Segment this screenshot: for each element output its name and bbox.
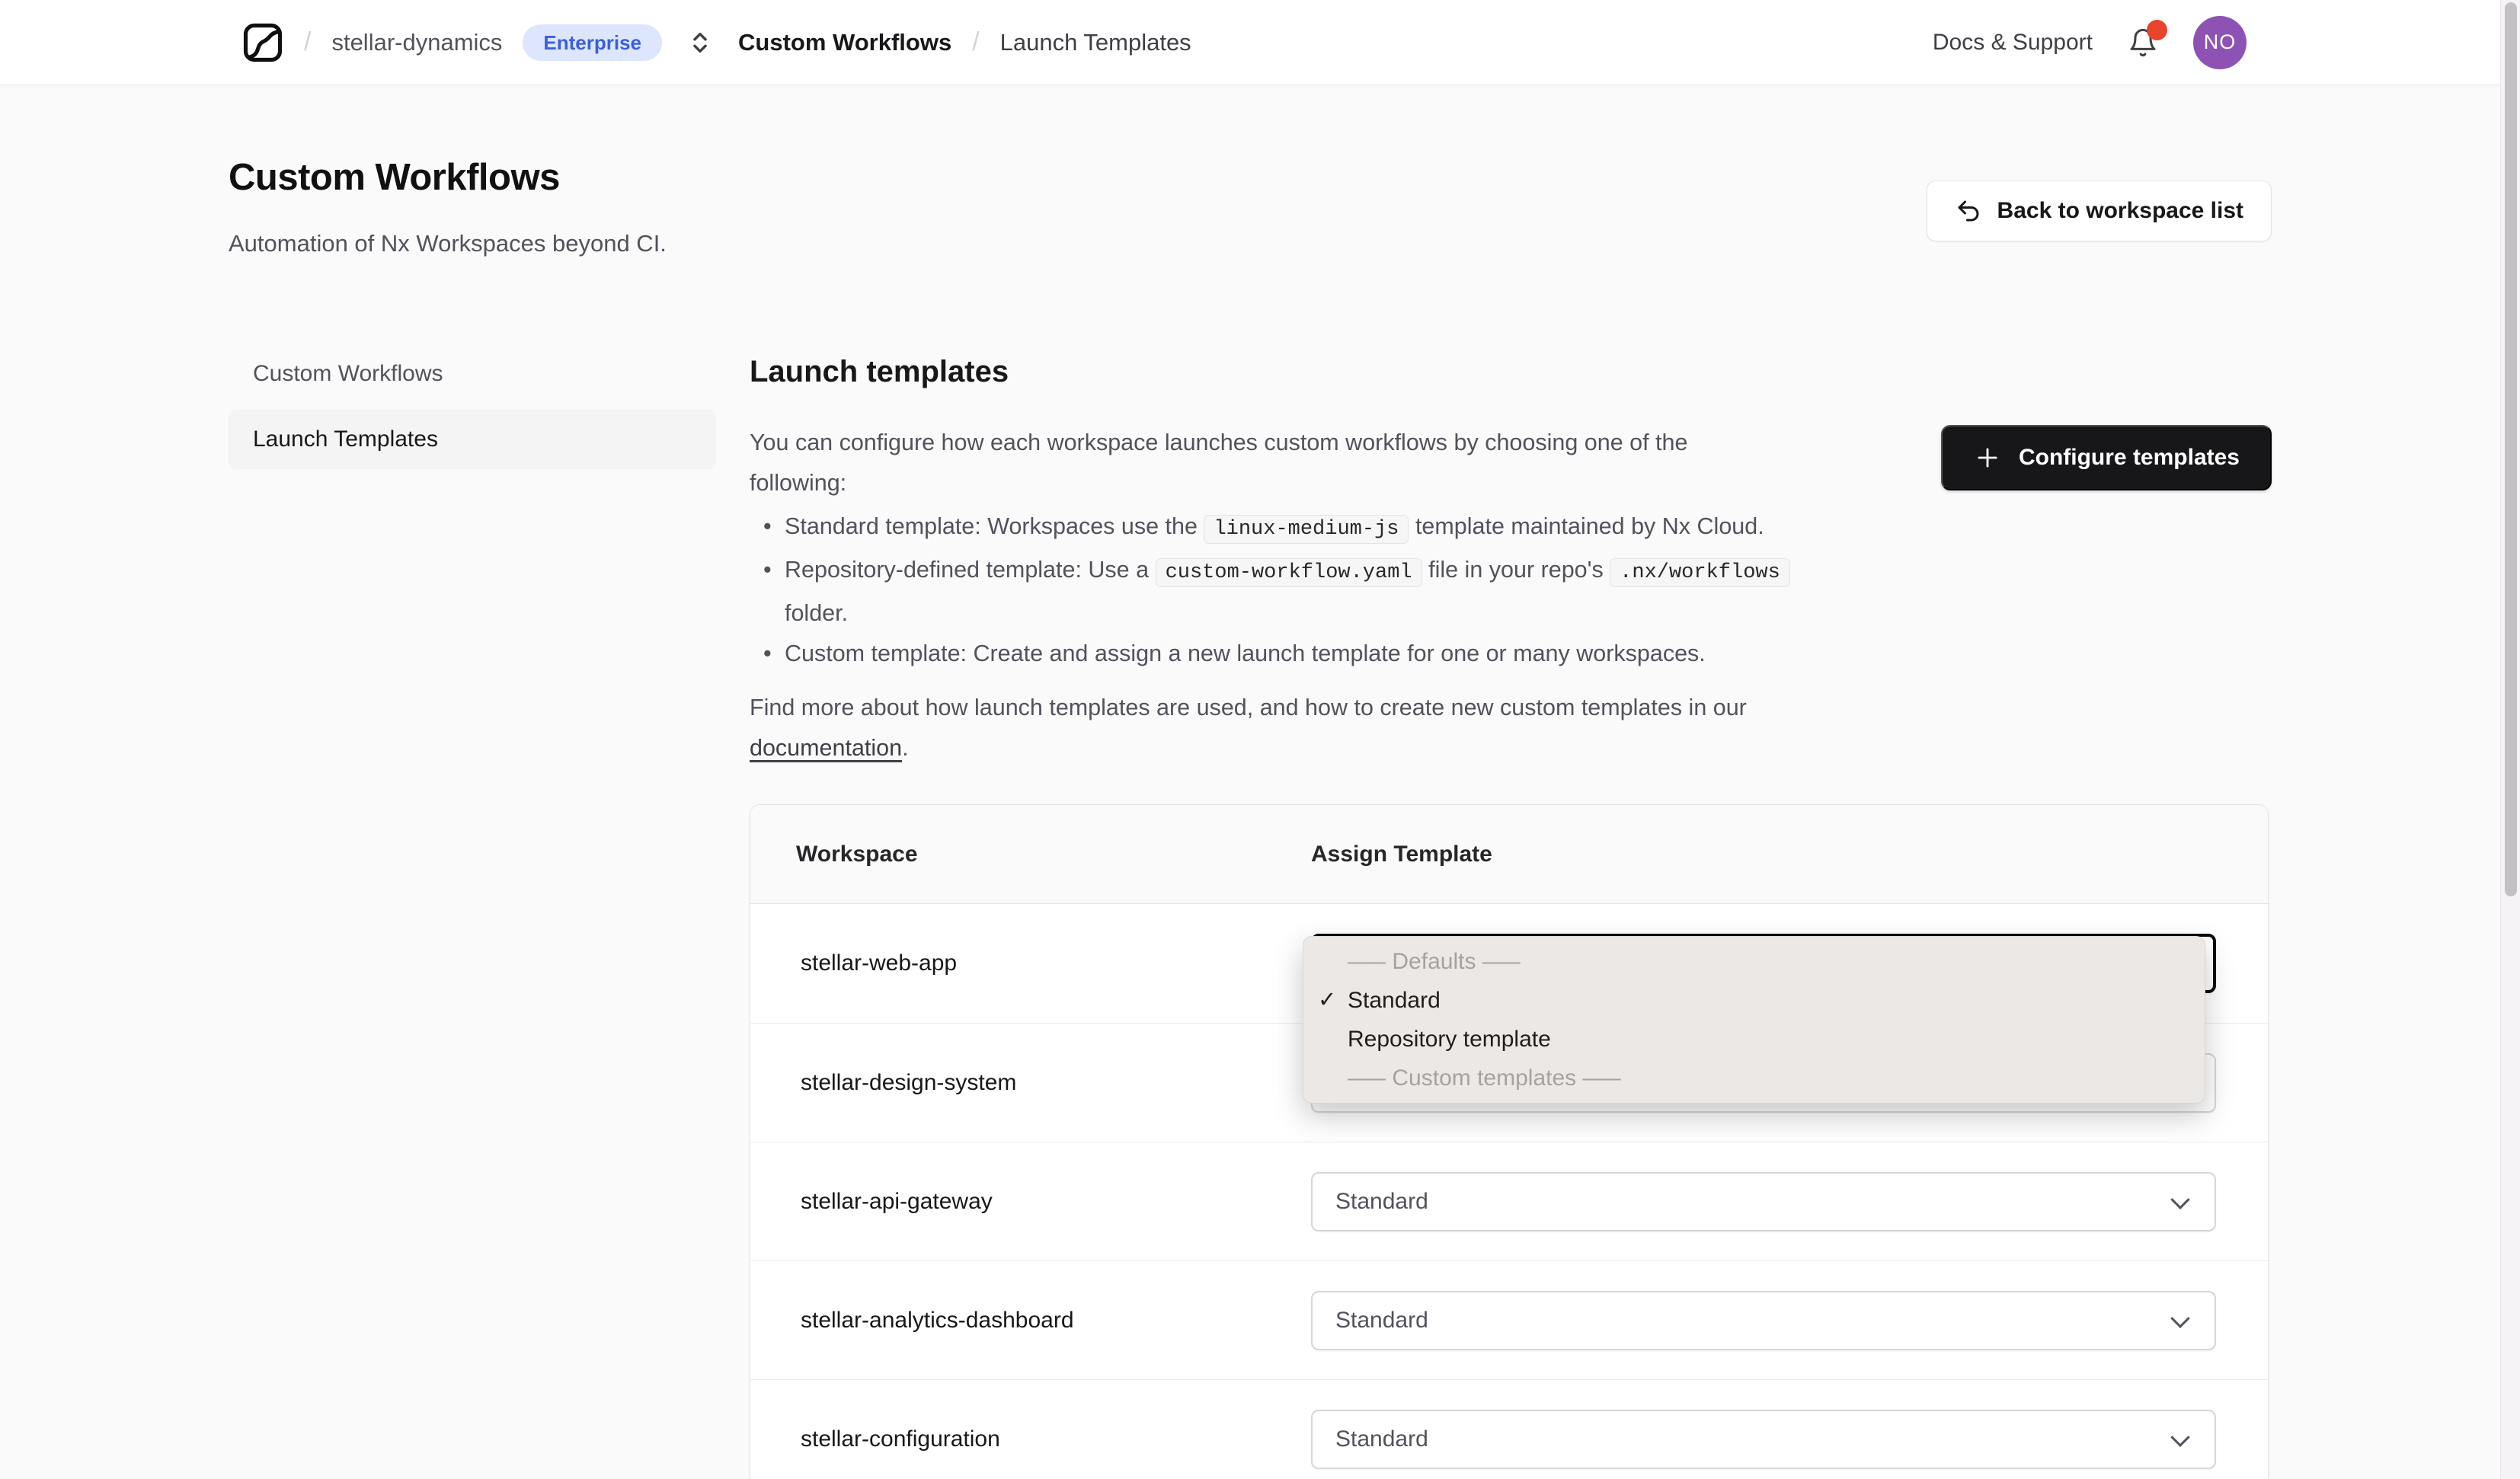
check-icon: ✓ [1318, 988, 1337, 1012]
chevron-down-icon [2170, 1427, 2190, 1448]
breadcrumb-org[interactable]: stellar-dynamics [331, 29, 502, 56]
code-chip: .nx/workflows [1610, 558, 1790, 587]
workspace-name: stellar-api-gateway [801, 1188, 993, 1214]
notifications-button[interactable] [2128, 19, 2167, 58]
template-options-list: Standard template: Workspaces use the li… [750, 506, 1847, 674]
back-to-workspace-list-button[interactable]: Back to workspace list [1926, 180, 2272, 241]
nx-cloud-logo-icon[interactable] [242, 22, 283, 63]
section-footer: Find more about how launch templates are… [750, 695, 1747, 761]
documentation-link[interactable]: documentation [750, 735, 902, 761]
workspace-template-table: Workspace Assign Template stellar-web-ap… [750, 804, 2269, 1479]
list-item: Custom template: Create and assign a new… [750, 634, 1847, 674]
table-row: stellar-api-gateway Standard [750, 1142, 2268, 1260]
sidebar-item-custom-workflows[interactable]: Custom Workflows [229, 344, 716, 404]
list-item: Standard template: Workspaces use the li… [750, 506, 1847, 550]
breadcrumb-section[interactable]: Custom Workflows [738, 29, 951, 56]
workspace-switcher-icon[interactable] [683, 30, 718, 56]
template-dropdown-menu: ––– Defaults ––– ✓ Standard Repository t… [1303, 936, 2205, 1104]
assign-template-select[interactable]: Standard [1311, 1291, 2216, 1350]
column-header-workspace: Workspace [796, 841, 918, 867]
plus-icon [1978, 448, 1997, 468]
section-heading: Launch templates [750, 355, 1009, 388]
dropdown-group-custom-templates: ––– Custom templates ––– [1348, 1065, 1621, 1091]
docs-support-link[interactable]: Docs & Support [1933, 30, 2093, 56]
launch-templates-section: Launch templates You can configure how e… [750, 344, 1847, 768]
chevron-down-icon [2170, 1190, 2190, 1210]
scrollbar-track [2500, 0, 2520, 1479]
table-row: stellar-configuration Standard [750, 1379, 2268, 1479]
avatar[interactable]: NO [2193, 15, 2247, 69]
page-subtitle: Automation of Nx Workspaces beyond CI. [229, 230, 667, 257]
assign-template-select[interactable]: Standard ––– Defaults ––– ✓ Standard Rep… [1303, 934, 2216, 1104]
table-header-row: Workspace Assign Template [750, 805, 2268, 904]
column-header-assign-template: Assign Template [1311, 841, 1492, 867]
code-chip: custom-workflow.yaml [1155, 558, 1422, 587]
assign-template-select[interactable]: Standard [1311, 1172, 2216, 1231]
top-nav: / stellar-dynamics Enterprise Custom Wor… [0, 0, 2500, 85]
breadcrumb-separator: / [972, 27, 980, 56]
notification-dot [2147, 19, 2167, 40]
workspace-name: stellar-configuration [801, 1426, 1000, 1452]
breadcrumb: / stellar-dynamics Enterprise Custom Wor… [242, 22, 1191, 63]
table-row: stellar-web-app Standard ––– Defaults ––… [750, 904, 2268, 1104]
assign-template-select[interactable]: Standard [1311, 1410, 2216, 1469]
table-row: stellar-analytics-dashboard Standard [750, 1260, 2268, 1379]
scrollbar-thumb[interactable] [2505, 2, 2517, 896]
list-item: Repository-defined template: Use a custo… [750, 550, 1847, 634]
workspace-name: stellar-analytics-dashboard [801, 1307, 1074, 1333]
settings-sidebar: Custom Workflows Launch Templates [229, 344, 716, 475]
dropdown-group-defaults: ––– Defaults ––– [1348, 949, 1521, 974]
workspace-name: stellar-design-system [801, 1069, 1017, 1095]
dropdown-option-repository-template[interactable]: Repository template [1303, 1020, 2205, 1059]
code-chip: linux-medium-js [1204, 515, 1409, 544]
workspace-name: stellar-web-app [801, 950, 958, 976]
page-title: Custom Workflows [229, 157, 560, 198]
breadcrumb-separator: / [304, 27, 312, 56]
section-intro: You can configure how each workspace lau… [750, 430, 1688, 496]
plan-badge: Enterprise [523, 24, 663, 61]
breadcrumb-page[interactable]: Launch Templates [1000, 29, 1191, 56]
chevron-down-icon [2170, 1308, 2190, 1329]
sidebar-item-launch-templates[interactable]: Launch Templates [229, 410, 716, 469]
configure-templates-button[interactable]: Configure templates [1940, 425, 2272, 490]
undo-arrow-icon [1958, 200, 1978, 222]
dropdown-option-standard[interactable]: ✓ Standard [1303, 981, 2205, 1020]
